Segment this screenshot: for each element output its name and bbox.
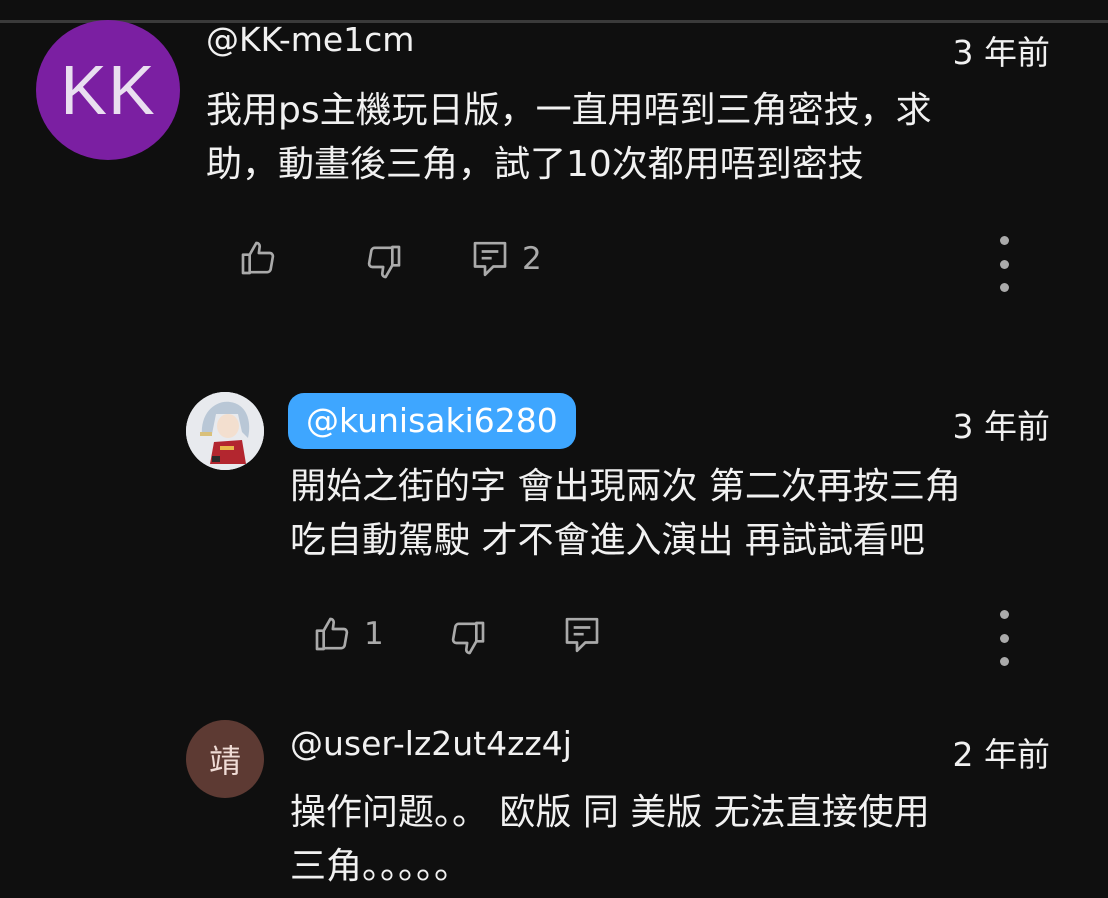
comment-line: 開始之街的字 會出現兩次 第二次再按三角 [290, 466, 961, 507]
comment-author[interactable]: @user-lz2ut4zz4j [290, 724, 572, 763]
avatar[interactable]: KK [36, 20, 180, 160]
avatar-initials: 靖 [208, 742, 241, 780]
reply-comment-icon [473, 241, 507, 277]
anime-character-avatar-icon [186, 392, 264, 470]
avatar[interactable] [186, 392, 264, 470]
like-button[interactable] [238, 238, 278, 278]
comment-line: 助，動畫後三角，試了10次都用唔到密技 [206, 144, 864, 185]
thumb-up-icon [315, 617, 349, 651]
comment-line: 吃自動駕駛 才不會進入演出 再試試看吧 [290, 520, 925, 561]
thumb-up-icon [241, 241, 275, 275]
comment-time[interactable]: 3 年前 [953, 26, 1051, 74]
comment-author-highlighted[interactable]: @kunisaki6280 [288, 393, 576, 449]
comment-body: 開始之街的字 會出現兩次 第二次再按三角 吃自動駕駛 才不會進入演出 再試試看吧 [290, 460, 961, 568]
reply-button[interactable]: 2 [470, 238, 542, 280]
thumb-down-icon [451, 621, 485, 655]
comment-author[interactable]: @KK-me1cm [206, 20, 414, 59]
comments-page: KK @KK-me1cm 3 年前 我用ps主機玩日版，一直用唔到三角密技，求 … [0, 0, 1108, 898]
avatar[interactable]: 靖 [186, 720, 264, 798]
thumb-down-icon [367, 245, 401, 279]
comment-time[interactable]: 3 年前 [953, 400, 1051, 448]
comment-body: 我用ps主機玩日版，一直用唔到三角密技，求 助，動畫後三角，試了10次都用唔到密… [206, 84, 932, 192]
top-divider [0, 20, 1108, 23]
comment-time[interactable]: 2 年前 [953, 728, 1051, 776]
reply-count: 2 [522, 241, 542, 277]
comment-line: 操作问题。。 欧版 同 美版 无法直接使用 [290, 792, 930, 833]
like-button[interactable]: 1 [312, 614, 384, 654]
dislike-button[interactable] [448, 618, 488, 658]
avatar-initials: KK [60, 51, 156, 129]
comment-body: 操作问题。。 欧版 同 美版 无法直接使用 三角。。。。。 [290, 786, 930, 894]
more-vert-icon[interactable] [994, 236, 1014, 292]
reply-comment-icon [565, 617, 599, 653]
like-count: 1 [364, 616, 384, 652]
more-vert-icon[interactable] [994, 610, 1014, 666]
dislike-button[interactable] [364, 242, 404, 282]
comment-line: 三角。。。。。 [290, 846, 471, 887]
comment-line: 我用ps主機玩日版，一直用唔到三角密技，求 [206, 90, 932, 131]
reply-button[interactable] [562, 614, 602, 656]
